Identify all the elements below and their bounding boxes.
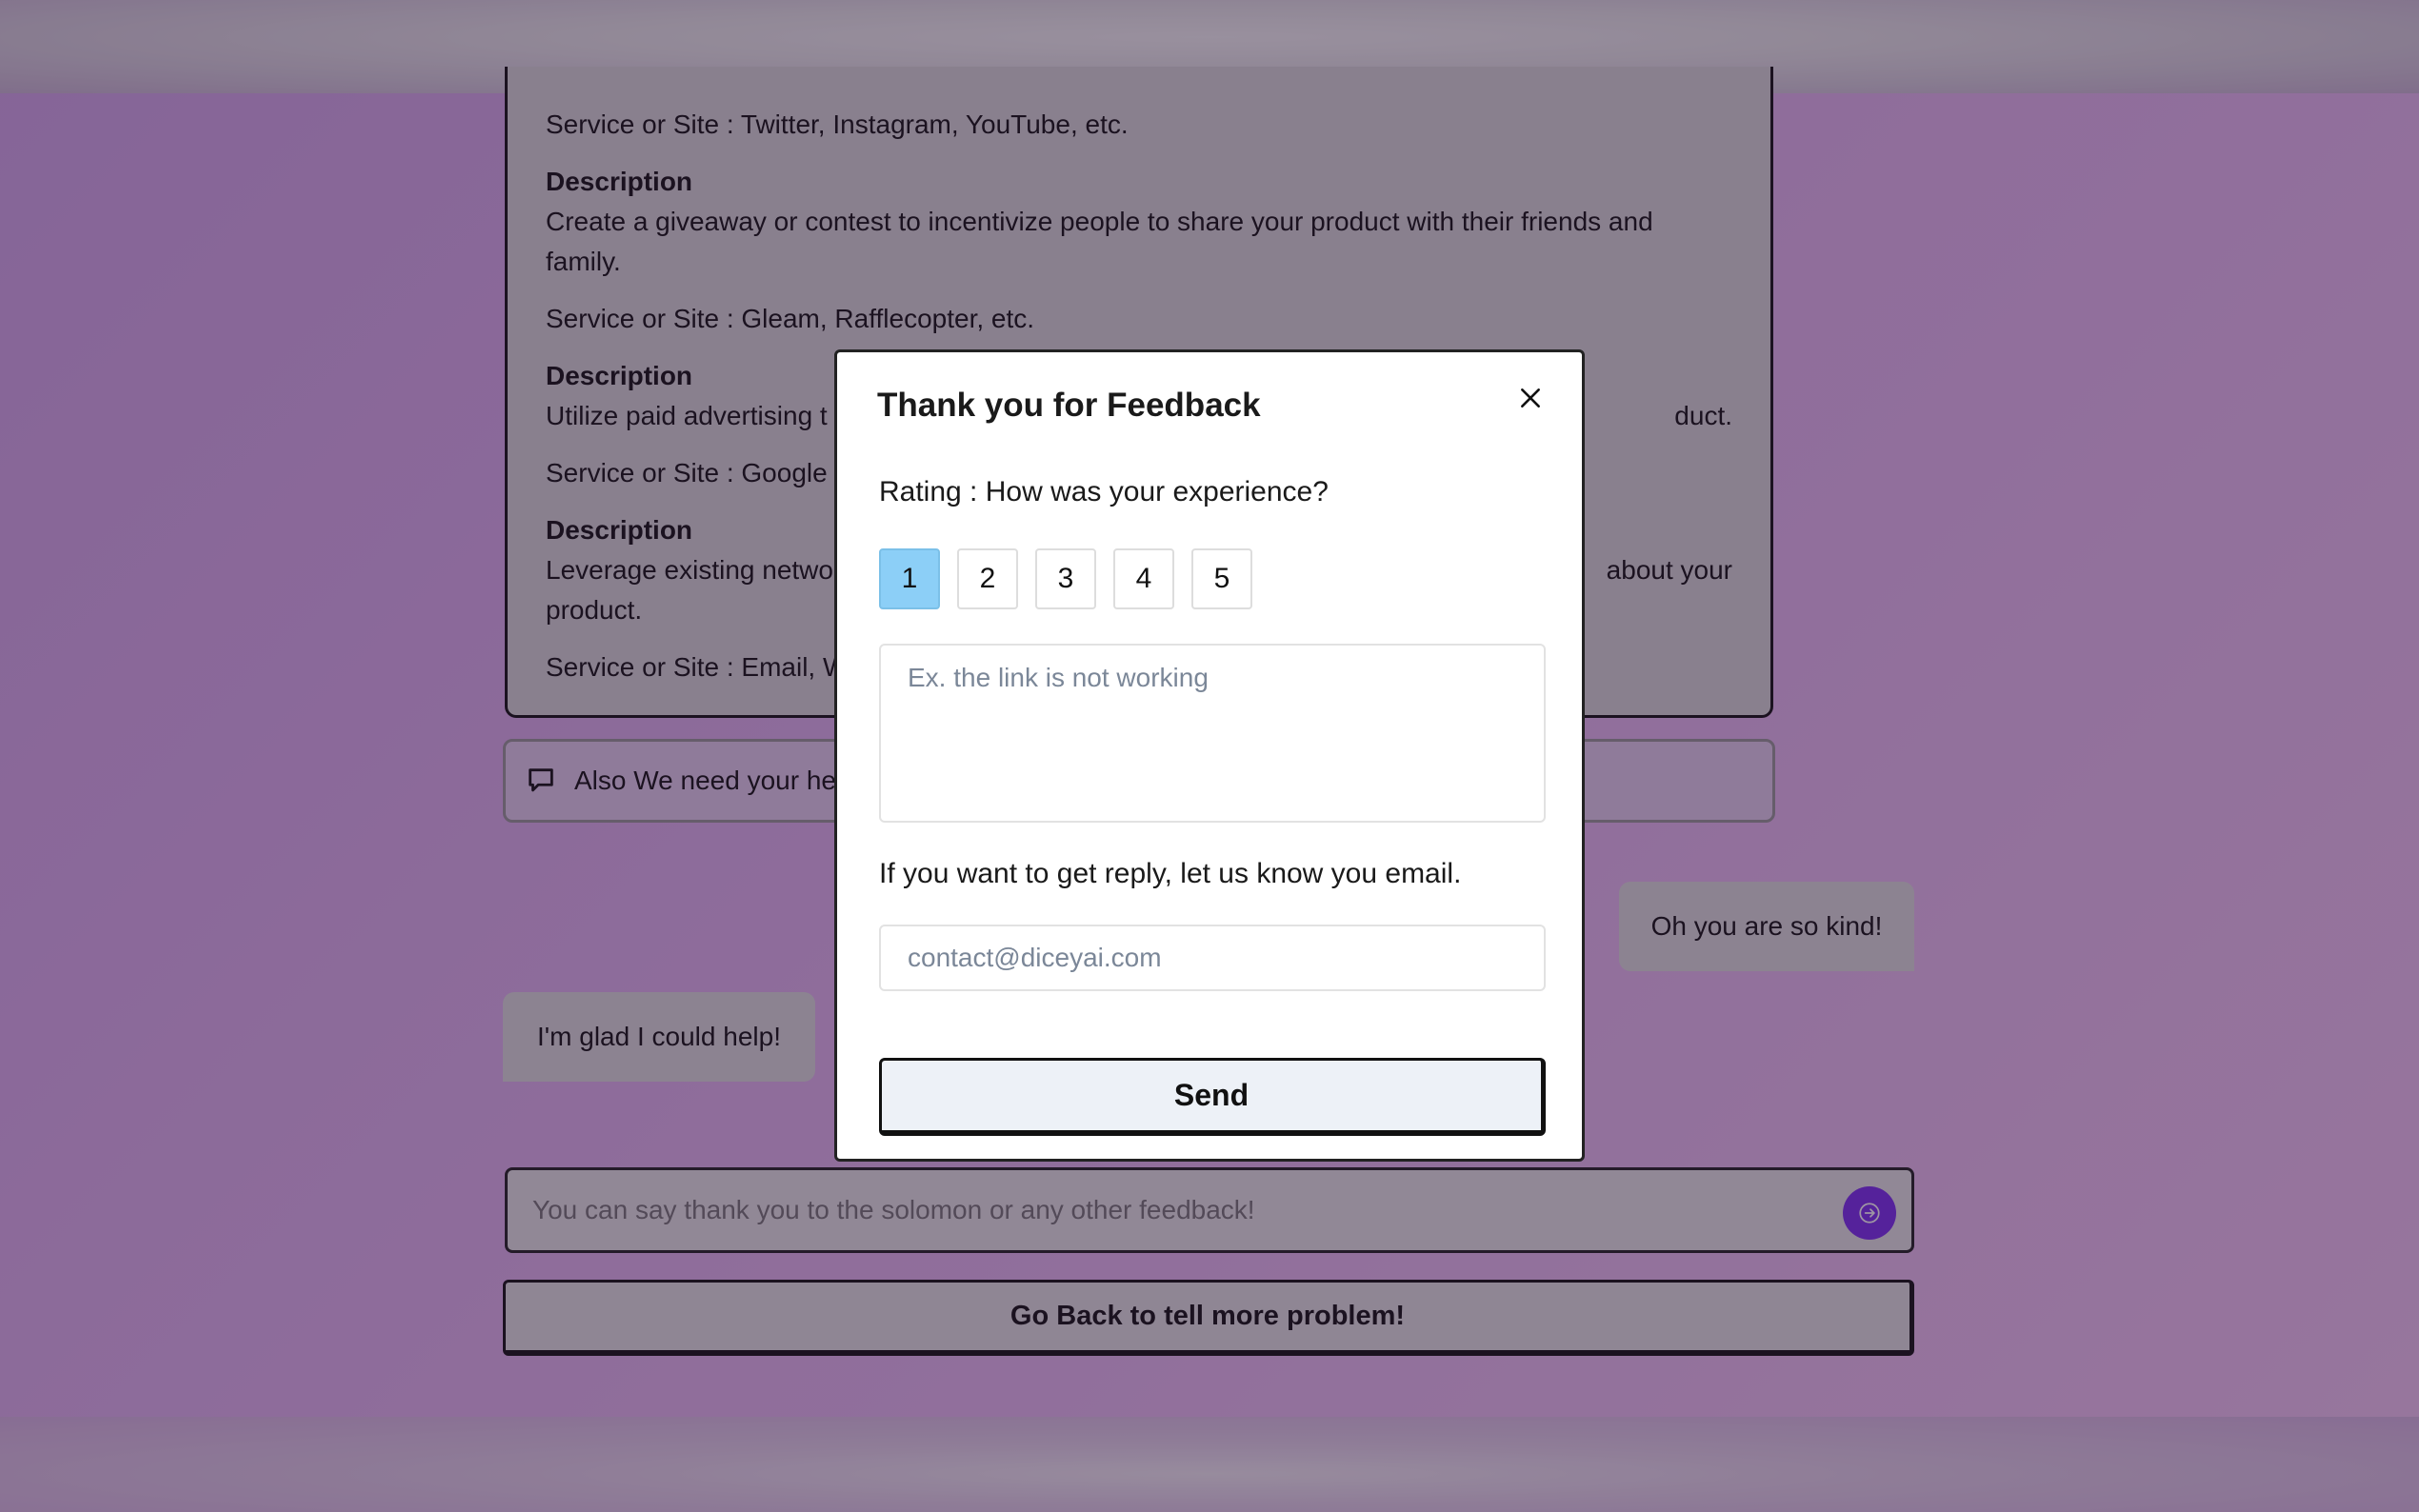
email-label: If you want to get reply, let us know yo… <box>879 858 1462 889</box>
rating-option-5[interactable]: 5 <box>1191 548 1252 609</box>
rating-label: Rating : How was your experience? <box>879 476 1329 507</box>
modal-title: Thank you for Feedback <box>877 387 1261 424</box>
feedback-modal: Thank you for Feedback Rating : How was … <box>834 349 1585 1162</box>
rating-option-2[interactable]: 2 <box>957 548 1018 609</box>
rating-options: 1 2 3 4 5 <box>879 548 1252 609</box>
rating-option-3[interactable]: 3 <box>1035 548 1096 609</box>
send-feedback-button[interactable]: Send <box>879 1058 1546 1136</box>
rating-option-4[interactable]: 4 <box>1113 548 1174 609</box>
close-icon <box>1521 388 1540 408</box>
rating-option-1[interactable]: 1 <box>879 548 940 609</box>
feedback-textarea[interactable] <box>879 644 1546 823</box>
email-field[interactable] <box>879 925 1546 991</box>
close-button[interactable] <box>1511 379 1549 417</box>
